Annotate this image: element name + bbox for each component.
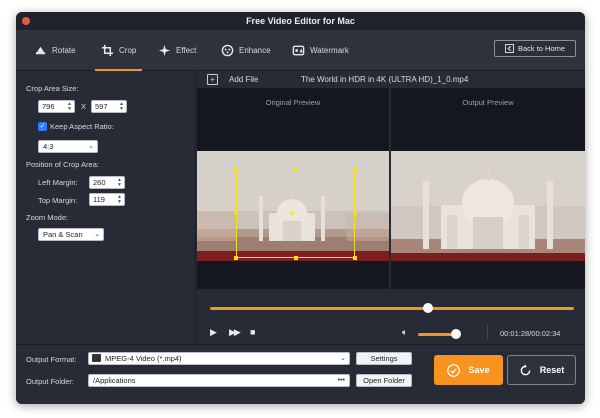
zoom-mode-label: Zoom Mode: <box>26 213 69 222</box>
stepper-arrows-icon: ▲ ▼ <box>67 101 72 112</box>
tab-rotate-label: Rotate <box>52 46 76 55</box>
add-file-icon[interactable]: + <box>207 74 218 85</box>
aspect-ratio-value: 4:3 <box>43 142 54 151</box>
output-preview-title: Output Preview <box>462 98 514 107</box>
crop-handle[interactable] <box>234 211 238 215</box>
left-margin-label: Left Margin: <box>38 178 78 187</box>
effect-icon <box>158 44 171 57</box>
original-preview-pane: Original Preview + <box>197 88 389 289</box>
keep-aspect-label: Keep Aspect Ratio: <box>50 122 114 131</box>
stepper-arrows-icon: ▲ ▼ <box>117 194 122 205</box>
crop-handle[interactable] <box>353 256 357 260</box>
title-bar: Free Video Editor for Mac <box>16 12 585 30</box>
chevron-down-icon: ⌄ <box>94 231 100 238</box>
video-format-icon <box>92 354 101 362</box>
toolbar: Rotate Crop Effect Enhance Watermark Bac… <box>16 30 585 71</box>
stepper-arrows-icon: ▲ ▼ <box>117 177 122 188</box>
back-to-home-label: Back to Home <box>517 44 566 53</box>
top-margin-value: 119 <box>93 195 105 204</box>
crop-center-crosshair-icon: + <box>289 206 297 220</box>
settings-button[interactable]: Settings <box>356 352 412 365</box>
output-video-frame <box>391 151 585 261</box>
aspect-ratio-select[interactable]: 4:3 ⌄ <box>38 140 98 153</box>
rotate-icon <box>35 46 46 55</box>
save-button[interactable]: Save <box>434 355 503 385</box>
output-folder-field[interactable]: /Applications ••• <box>88 374 350 387</box>
reset-button[interactable]: Reset <box>507 355 576 385</box>
crop-handle[interactable] <box>234 167 238 171</box>
enhance-icon <box>221 44 234 57</box>
tab-enhance-label: Enhance <box>239 46 271 55</box>
fast-forward-icon[interactable]: ▶▶ <box>229 327 241 338</box>
original-preview-title: Original Preview <box>265 98 321 107</box>
chevron-down-icon: ⌄ <box>88 143 94 150</box>
crop-height-input[interactable]: 597 ▲ ▼ <box>91 100 127 113</box>
play-icon[interactable]: ▶ <box>210 327 217 338</box>
crop-handle[interactable] <box>294 167 298 171</box>
top-margin-input[interactable]: 119 ▲ ▼ <box>89 193 125 206</box>
add-file-button[interactable]: Add File <box>229 75 258 84</box>
seek-thumb[interactable] <box>423 303 434 313</box>
back-to-home-button[interactable]: Back to Home <box>494 40 576 57</box>
output-preview-pane: Output Preview <box>391 88 585 289</box>
window-title: Free Video Editor for Mac <box>246 16 355 26</box>
checkmark-circle-icon <box>447 363 461 377</box>
reset-label: Reset <box>539 365 565 375</box>
back-arrow-icon <box>504 44 514 53</box>
tab-effect-label: Effect <box>176 46 197 55</box>
zoom-mode-select[interactable]: Pan & Scan ⌄ <box>38 228 104 241</box>
tab-enhance[interactable]: Enhance <box>215 30 277 71</box>
seek-bar[interactable] <box>210 307 574 310</box>
position-label: Position of Crop Area: <box>26 160 99 169</box>
crop-handle[interactable] <box>234 256 238 260</box>
tab-crop[interactable]: Crop <box>95 30 143 71</box>
timecode: 00:01:28/00:02:34 <box>500 329 561 338</box>
file-bar: + Add File The World in HDR in 4K (ULTRA… <box>197 71 585 88</box>
crop-settings-panel: Crop Area Size: 796 ▲ ▼ X 597 ▲ ▼ ✓ Keep A… <box>16 71 196 344</box>
crop-frame[interactable]: + <box>234 167 357 260</box>
keep-aspect-checkbox[interactable]: ✓ <box>38 122 47 131</box>
crop-icon <box>101 44 114 57</box>
left-margin-input[interactable]: 260 ▲ ▼ <box>89 176 125 189</box>
output-folder-label: Output Folder: <box>26 377 74 386</box>
open-folder-button[interactable]: Open Folder <box>356 374 412 387</box>
tab-watermark[interactable]: Watermark <box>286 30 355 71</box>
output-format-value: MPEG-4 Video (*.mp4) <box>105 354 182 363</box>
tab-watermark-label: Watermark <box>310 46 349 55</box>
save-label: Save <box>468 365 490 375</box>
preview-area: + Add File The World in HDR in 4K (ULTRA… <box>197 71 585 344</box>
tab-crop-label: Crop <box>119 46 137 55</box>
crop-handle[interactable] <box>353 167 357 171</box>
browse-folder-button[interactable]: ••• <box>338 375 345 386</box>
stepper-arrows-icon: ▲ ▼ <box>119 101 124 112</box>
volume-icon[interactable]: 🔈︎ <box>402 327 407 338</box>
watermark-icon <box>292 45 305 56</box>
top-margin-label: Top Margin: <box>38 196 78 205</box>
playback-controls: ▶ ▶▶ ■ 🔈︎ 00:01:28/00:02:34 <box>197 289 585 344</box>
size-separator: X <box>81 102 87 111</box>
output-folder-value: /Applications <box>93 376 136 385</box>
volume-thumb[interactable] <box>450 329 461 339</box>
crop-width-input[interactable]: 796 ▲ ▼ <box>38 100 75 113</box>
crop-width-value: 796 <box>42 102 55 111</box>
stop-icon[interactable]: ■ <box>250 327 255 337</box>
crop-handle[interactable] <box>294 256 298 260</box>
tab-effect[interactable]: Effect <box>152 30 202 71</box>
output-bar: Output Format: MPEG-4 Video (*.mp4) ⌄ Se… <box>16 344 585 404</box>
crop-height-value: 597 <box>95 102 108 111</box>
output-format-select[interactable]: MPEG-4 Video (*.mp4) ⌄ <box>88 352 350 365</box>
crop-area-size-label: Crop Area Size: <box>26 84 79 93</box>
left-margin-value: 260 <box>93 178 106 187</box>
crop-handle[interactable] <box>353 211 357 215</box>
zoom-mode-value: Pan & Scan <box>43 230 83 239</box>
tab-rotate[interactable]: Rotate <box>28 30 82 71</box>
chevron-down-icon: ⌄ <box>340 355 346 362</box>
reset-icon <box>520 363 531 375</box>
app-window: Free Video Editor for Mac Rotate Crop Ef… <box>16 12 585 404</box>
output-format-label: Output Format: <box>26 355 77 364</box>
controls-divider <box>487 325 488 339</box>
current-filename: The World in HDR in 4K (ULTRA HD)_1_0.mp… <box>301 75 469 84</box>
